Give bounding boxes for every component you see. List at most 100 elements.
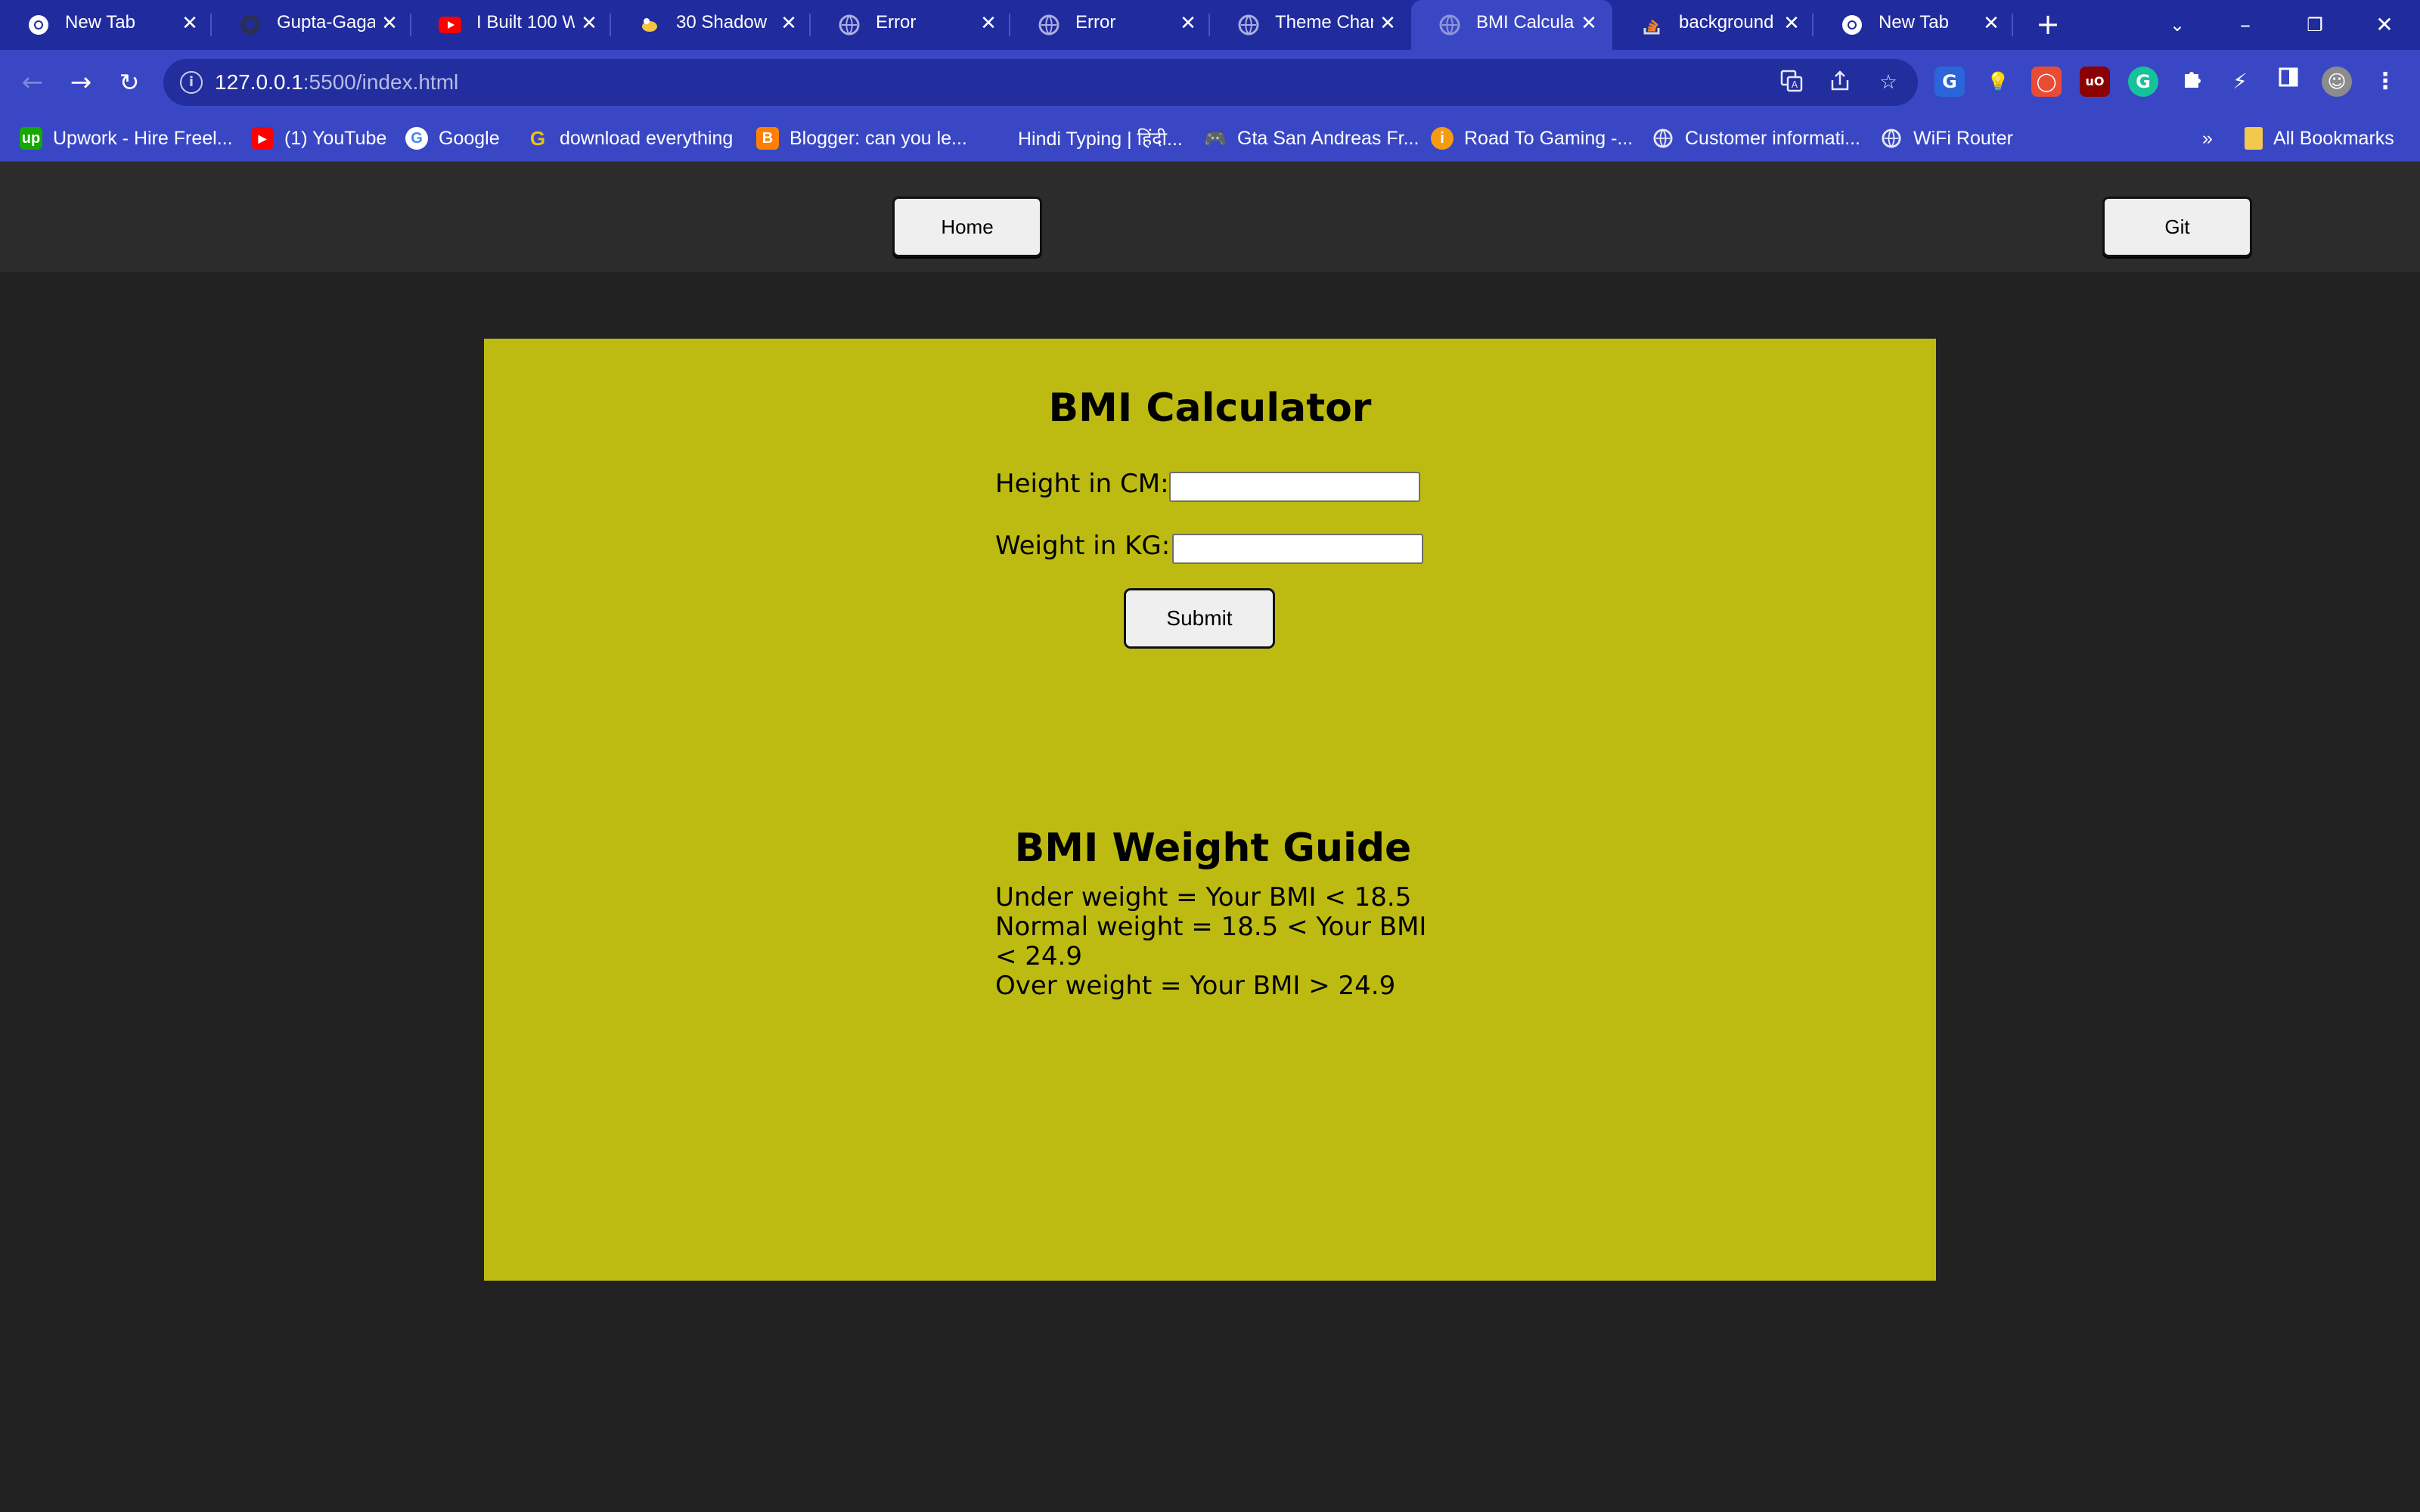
tab-error-1[interactable]: Error ✕ (811, 0, 1010, 50)
globe-icon (838, 14, 861, 36)
guide-line-normal: Normal weight = 18.5 < Your BMI (995, 912, 1427, 942)
upwork-icon: up (20, 127, 42, 150)
bookmark-download-everything[interactable]: G download everything (526, 124, 733, 153)
bookmark-hindi-typing[interactable]: Hindi Typing | हिंदी... (1018, 124, 1183, 153)
url-text[interactable]: 127.0.0.1:5500/index.html (215, 70, 458, 94)
kebab-menu-icon[interactable]: ⋮ (2370, 67, 2400, 97)
address-bar[interactable]: i 127.0.0.1:5500/index.html A ☆ (163, 59, 1918, 106)
svg-text:A: A (1792, 79, 1798, 90)
back-arrow-icon[interactable]: ← (14, 64, 51, 101)
tab-youtube-video[interactable]: I Built 100 W ✕ (411, 0, 611, 50)
gamepad-icon: 🎮 (1204, 128, 1227, 149)
close-icon[interactable]: ✕ (1978, 11, 2004, 36)
guide-line-overweight: Over weight = Your BMI > 24.9 (995, 971, 1396, 1001)
youtube-icon: ▶ (251, 127, 274, 150)
close-icon[interactable]: ✕ (776, 11, 802, 36)
weight-label: Weight in KG: (995, 531, 1171, 561)
screen-record-extension-icon[interactable]: ◯ (2031, 67, 2062, 97)
tab-title: New Tab (65, 12, 135, 33)
guide-line-normal-cont: < 24.9 (995, 941, 1082, 971)
bookmarks-bar: up Upwork - Hire Freel... ▶ (1) YouTube … (0, 115, 2420, 162)
web-page: Home Git BMI Calculator Height in CM: We… (0, 162, 2420, 1512)
weight-input[interactable] (1172, 534, 1423, 564)
bookmark-wifi-router[interactable]: WiFi Router (1880, 124, 2013, 153)
grammarly-extension-icon[interactable]: G (2128, 67, 2158, 97)
side-panel-icon[interactable] (2273, 67, 2304, 97)
minimize-icon[interactable]: – (2226, 6, 2264, 44)
bookmark-blogger[interactable]: B Blogger: can you le... (756, 124, 967, 153)
globe-icon (1038, 14, 1060, 36)
bookmark-gta[interactable]: 🎮 Gta San Andreas Fr... (1204, 124, 1419, 153)
bookmark-road-to-gaming[interactable]: i Road To Gaming -... (1431, 124, 1633, 153)
bookmark-customer-information[interactable]: Customer informati... (1652, 124, 1860, 153)
globe-icon (1652, 127, 1674, 150)
height-label: Height in CM: (995, 469, 1169, 499)
bmi-guide-title: BMI Weight Guide (1014, 826, 1412, 871)
tab-github[interactable]: Gupta-Gaga ✕ (212, 0, 411, 50)
tab-theme-changer[interactable]: Theme Char ✕ (1210, 0, 1410, 50)
info-orange-icon: i (1431, 127, 1454, 150)
tab-title: I Built 100 W (476, 12, 575, 33)
bookmarks-overflow-chevron[interactable]: » (2202, 124, 2213, 153)
close-icon[interactable]: ✕ (576, 11, 602, 36)
translate-icon[interactable]: A (1779, 70, 1804, 95)
github-icon (239, 14, 262, 36)
tab-title: Gupta-Gaga (277, 12, 375, 33)
share-icon[interactable] (1827, 70, 1853, 95)
google-translate-extension-icon[interactable]: G (1934, 67, 1965, 97)
stackoverflow-icon (1641, 14, 1664, 36)
google-icon: G (405, 127, 428, 150)
site-info-icon[interactable]: i (180, 71, 203, 94)
youtube-icon (439, 14, 461, 36)
bmi-calculator-title: BMI Calculator (1048, 386, 1372, 431)
close-icon[interactable]: ✕ (1779, 11, 1804, 36)
globe-icon (1438, 14, 1461, 36)
site-nav-bar: Home Git (0, 162, 2420, 272)
home-button[interactable]: Home (892, 197, 1042, 257)
tab-title: Error (1075, 12, 1116, 33)
tab-title: background (1679, 12, 1774, 33)
css-icon (638, 14, 661, 36)
restore-icon[interactable]: ❐ (2296, 6, 2334, 44)
chrome-icon (1841, 14, 1863, 36)
tab-title: BMI Calcula (1476, 12, 1575, 33)
close-icon[interactable]: ✕ (377, 11, 402, 36)
folder-icon (2245, 127, 2263, 150)
close-icon[interactable]: ✕ (177, 11, 203, 36)
tab-search-chevron-icon[interactable]: ⌄ (2158, 6, 2196, 44)
tab-shadow[interactable]: 30 Shadow ✕ (611, 0, 811, 50)
performance-icon[interactable]: ⚡ (2225, 67, 2255, 97)
close-icon[interactable]: ✕ (976, 11, 1001, 36)
profile-avatar[interactable]: ☺ (2322, 67, 2352, 97)
bookmark-star-icon[interactable]: ☆ (1876, 70, 1901, 95)
close-icon[interactable]: ✕ (1375, 11, 1401, 36)
close-icon[interactable]: ✕ (1175, 11, 1201, 36)
tab-title: New Tab (1879, 12, 1949, 33)
lightbulb-extension-icon[interactable]: 💡 (1983, 67, 2013, 97)
tab-title: Theme Char (1275, 12, 1373, 33)
globe-icon (1880, 127, 1903, 150)
close-icon[interactable]: ✕ (1576, 11, 1602, 36)
new-tab-plus-icon[interactable]: + (2033, 9, 2063, 39)
bookmark-youtube[interactable]: ▶ (1) YouTube (251, 124, 386, 153)
all-bookmarks-button[interactable]: All Bookmarks (2245, 124, 2394, 153)
tab-title: 30 Shadow (676, 12, 768, 33)
tab-error-2[interactable]: Error ✕ (1010, 0, 1210, 50)
tab-strip: New Tab ✕ Gupta-Gaga ✕ I Built 100 W ✕ 3… (0, 0, 2420, 50)
submit-button[interactable]: Submit (1124, 588, 1275, 649)
height-input[interactable] (1169, 472, 1420, 502)
tab-new-tab-1[interactable]: New Tab ✕ (0, 0, 212, 50)
close-window-icon[interactable]: ✕ (2366, 6, 2403, 44)
tab-new-tab-2[interactable]: New Tab ✕ (1813, 0, 2013, 50)
reload-icon[interactable]: ↻ (110, 64, 148, 101)
ublock-extension-icon[interactable]: uO (2080, 67, 2110, 97)
tab-title: Error (876, 12, 917, 33)
bookmark-google[interactable]: G Google (405, 124, 500, 153)
git-button[interactable]: Git (2102, 197, 2252, 257)
tab-background[interactable]: background ✕ (1614, 0, 1813, 50)
bmi-card: BMI Calculator Height in CM: Weight in K… (484, 339, 1936, 1281)
extensions-puzzle-icon[interactable] (2176, 67, 2207, 97)
forward-arrow-icon[interactable]: → (62, 64, 100, 101)
bookmark-upwork[interactable]: up Upwork - Hire Freel... (20, 124, 233, 153)
tab-bmi-calculator[interactable]: BMI Calcula ✕ (1411, 0, 1612, 50)
